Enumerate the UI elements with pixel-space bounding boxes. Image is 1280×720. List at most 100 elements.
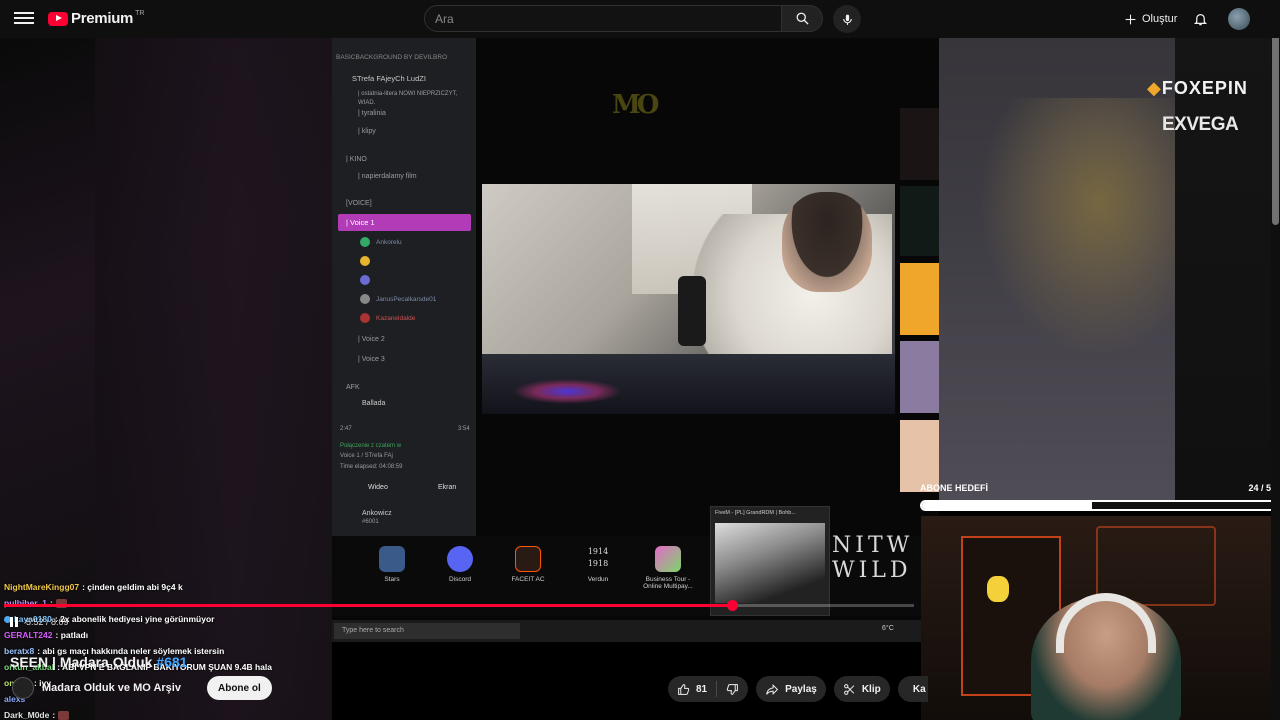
thumbs-down-icon [726, 683, 738, 695]
title-hashtag[interactable]: #681 [156, 654, 187, 670]
voice-search-button[interactable] [833, 5, 861, 33]
chat-message: pulbiber_1: [4, 596, 67, 610]
progress-bar[interactable] [4, 600, 914, 611]
user-avatar [360, 256, 370, 266]
sub-goal-label: ABONE HEDEFİ [920, 483, 989, 493]
chat-username: Dark_M0de [4, 710, 50, 720]
clip-label: Klip [861, 683, 881, 695]
search-icon [796, 12, 809, 25]
time-display: 5:52 / 8:09 [26, 617, 69, 627]
scissors-icon [843, 683, 855, 695]
discord-time-elapsed: Time elapsed: 04:08:59 [340, 464, 403, 470]
video-title: SEEN | Madara Olduk #681 [10, 654, 187, 670]
foxepin-logo: ◆FOXEPIN [1147, 78, 1248, 99]
clip-button[interactable]: Klip [833, 676, 890, 702]
chat-message: GERALT242: patladı [4, 628, 88, 642]
exvega-logo: EXVEGA [1162, 114, 1239, 135]
chat-text: : [52, 710, 56, 720]
webcam-microphone [678, 276, 706, 346]
webcam-head [782, 192, 872, 292]
discord-screen-button: Ekran [438, 484, 457, 491]
top-bar: Premium TR Oluştur [0, 0, 1280, 38]
scrubber-handle[interactable] [727, 600, 738, 611]
windows-search: Type here to search [334, 623, 520, 639]
discord-channel: | klipy [358, 128, 376, 135]
stream-screen-capture: BASICBACKGROUND BY DEVILBRO STrefa FAjey… [332, 38, 939, 642]
subscribe-button[interactable]: Abone ol [206, 676, 272, 700]
discord-channel: | ostatnia-litera NOWI NIEPRZICZYT, WIAD… [358, 91, 458, 106]
menu-icon[interactable] [14, 9, 34, 29]
webcam-keyboard-glow [512, 379, 622, 404]
discord-video-button: Wideo [368, 484, 388, 491]
scrollbar-thumb[interactable] [1272, 20, 1279, 225]
bell-icon [1193, 14, 1207, 26]
plus-icon [1125, 14, 1136, 24]
save-label: Ka [912, 683, 926, 695]
chat-text: : çinden geldim abi 9ç4 k [82, 582, 183, 592]
microphone-icon [842, 14, 852, 25]
account-avatar[interactable] [1228, 8, 1250, 30]
chat-text: : patladı [55, 630, 89, 640]
logo-text: Premium [71, 10, 134, 27]
user-name: JanusPecalkarsde01 [376, 295, 437, 303]
channel-avatar[interactable] [12, 677, 34, 699]
panel-dark-strip [1175, 38, 1280, 508]
like-count: 81 [696, 683, 708, 695]
discord-server-name: STrefa FAjeyCh LudZI [352, 74, 426, 83]
foxepin-text: FOXEPIN [1161, 78, 1248, 98]
app-label: FACEIT AC [511, 576, 545, 583]
discord-voice-channel: | Voice 2 [358, 336, 385, 343]
player-controls: 5:52 / 8:09 [10, 617, 69, 627]
app-discord: Discord [438, 546, 482, 583]
discord-voice-channel: | Voice 3 [358, 356, 385, 363]
share-button[interactable]: Paylaş [756, 676, 826, 702]
thumbs-up-icon [678, 683, 690, 695]
discord-category: | KINO [346, 156, 367, 163]
app-verdun: 1914 1918 Verdun [576, 546, 620, 583]
discord-channel: | napierdalamy film [358, 173, 417, 180]
user-avatar [360, 237, 370, 247]
tile [900, 108, 939, 180]
like-button[interactable]: 81 [668, 676, 716, 702]
notifications-button[interactable] [1189, 8, 1211, 30]
like-dislike-group: 81 [668, 676, 749, 702]
tile [900, 263, 939, 335]
streamer-facecam [921, 516, 1280, 720]
dislike-button[interactable] [717, 676, 748, 702]
windows-taskbar: Type here to search 6°C [332, 620, 939, 642]
app-stars: Stars [370, 546, 414, 583]
create-button[interactable]: Oluştur [1118, 6, 1183, 32]
search-box [424, 5, 782, 32]
discord-window: BASICBACKGROUND BY DEVILBRO STrefa FAjey… [332, 38, 476, 538]
chat-username: GERALT242 [4, 630, 53, 640]
channel-name[interactable]: Madara Olduk ve MO Arşiv [42, 682, 181, 694]
sub-goal-fill [922, 502, 1092, 509]
taskbar-preview: FiveM - [PL] GrandRDM | Bohb... [710, 506, 830, 616]
youtube-premium-logo[interactable]: Premium TR [48, 10, 144, 27]
user-avatar [360, 275, 370, 285]
search-button[interactable] [781, 5, 823, 32]
music-title: Ballada [362, 400, 386, 407]
panel-glow [979, 98, 1179, 358]
video-actions: 81 Paylaş Klip Ka [668, 676, 928, 702]
discord-voice-user [360, 255, 376, 267]
subscriber-goal: ABONE HEDEFİ 24 / 50 [920, 483, 1278, 513]
page-scrollbar[interactable] [1271, 0, 1280, 720]
search-input[interactable] [425, 6, 781, 31]
chat-username: NightMareKingg07 [4, 582, 80, 592]
user-avatar [360, 313, 370, 323]
app-label: Business Tour - Online Multipay... [643, 576, 693, 590]
music-time-left: 2:47 [340, 426, 352, 432]
tile [900, 341, 939, 413]
video-player[interactable]: BASICBACKGROUND BY DEVILBRO STrefa FAjey… [0, 38, 1280, 720]
discord-voice-user: Kazaneldalde [360, 312, 415, 324]
steam-icon [379, 546, 405, 572]
app-label: Verdun [587, 576, 609, 583]
chat-emote-icon [58, 710, 70, 720]
app-business-tour: Business Tour - Online Multipay... [636, 546, 700, 590]
save-button[interactable]: Ka [897, 676, 928, 702]
share-icon [766, 683, 779, 695]
tile [900, 186, 939, 256]
discord-icon [447, 546, 473, 572]
pause-icon[interactable] [10, 617, 18, 627]
